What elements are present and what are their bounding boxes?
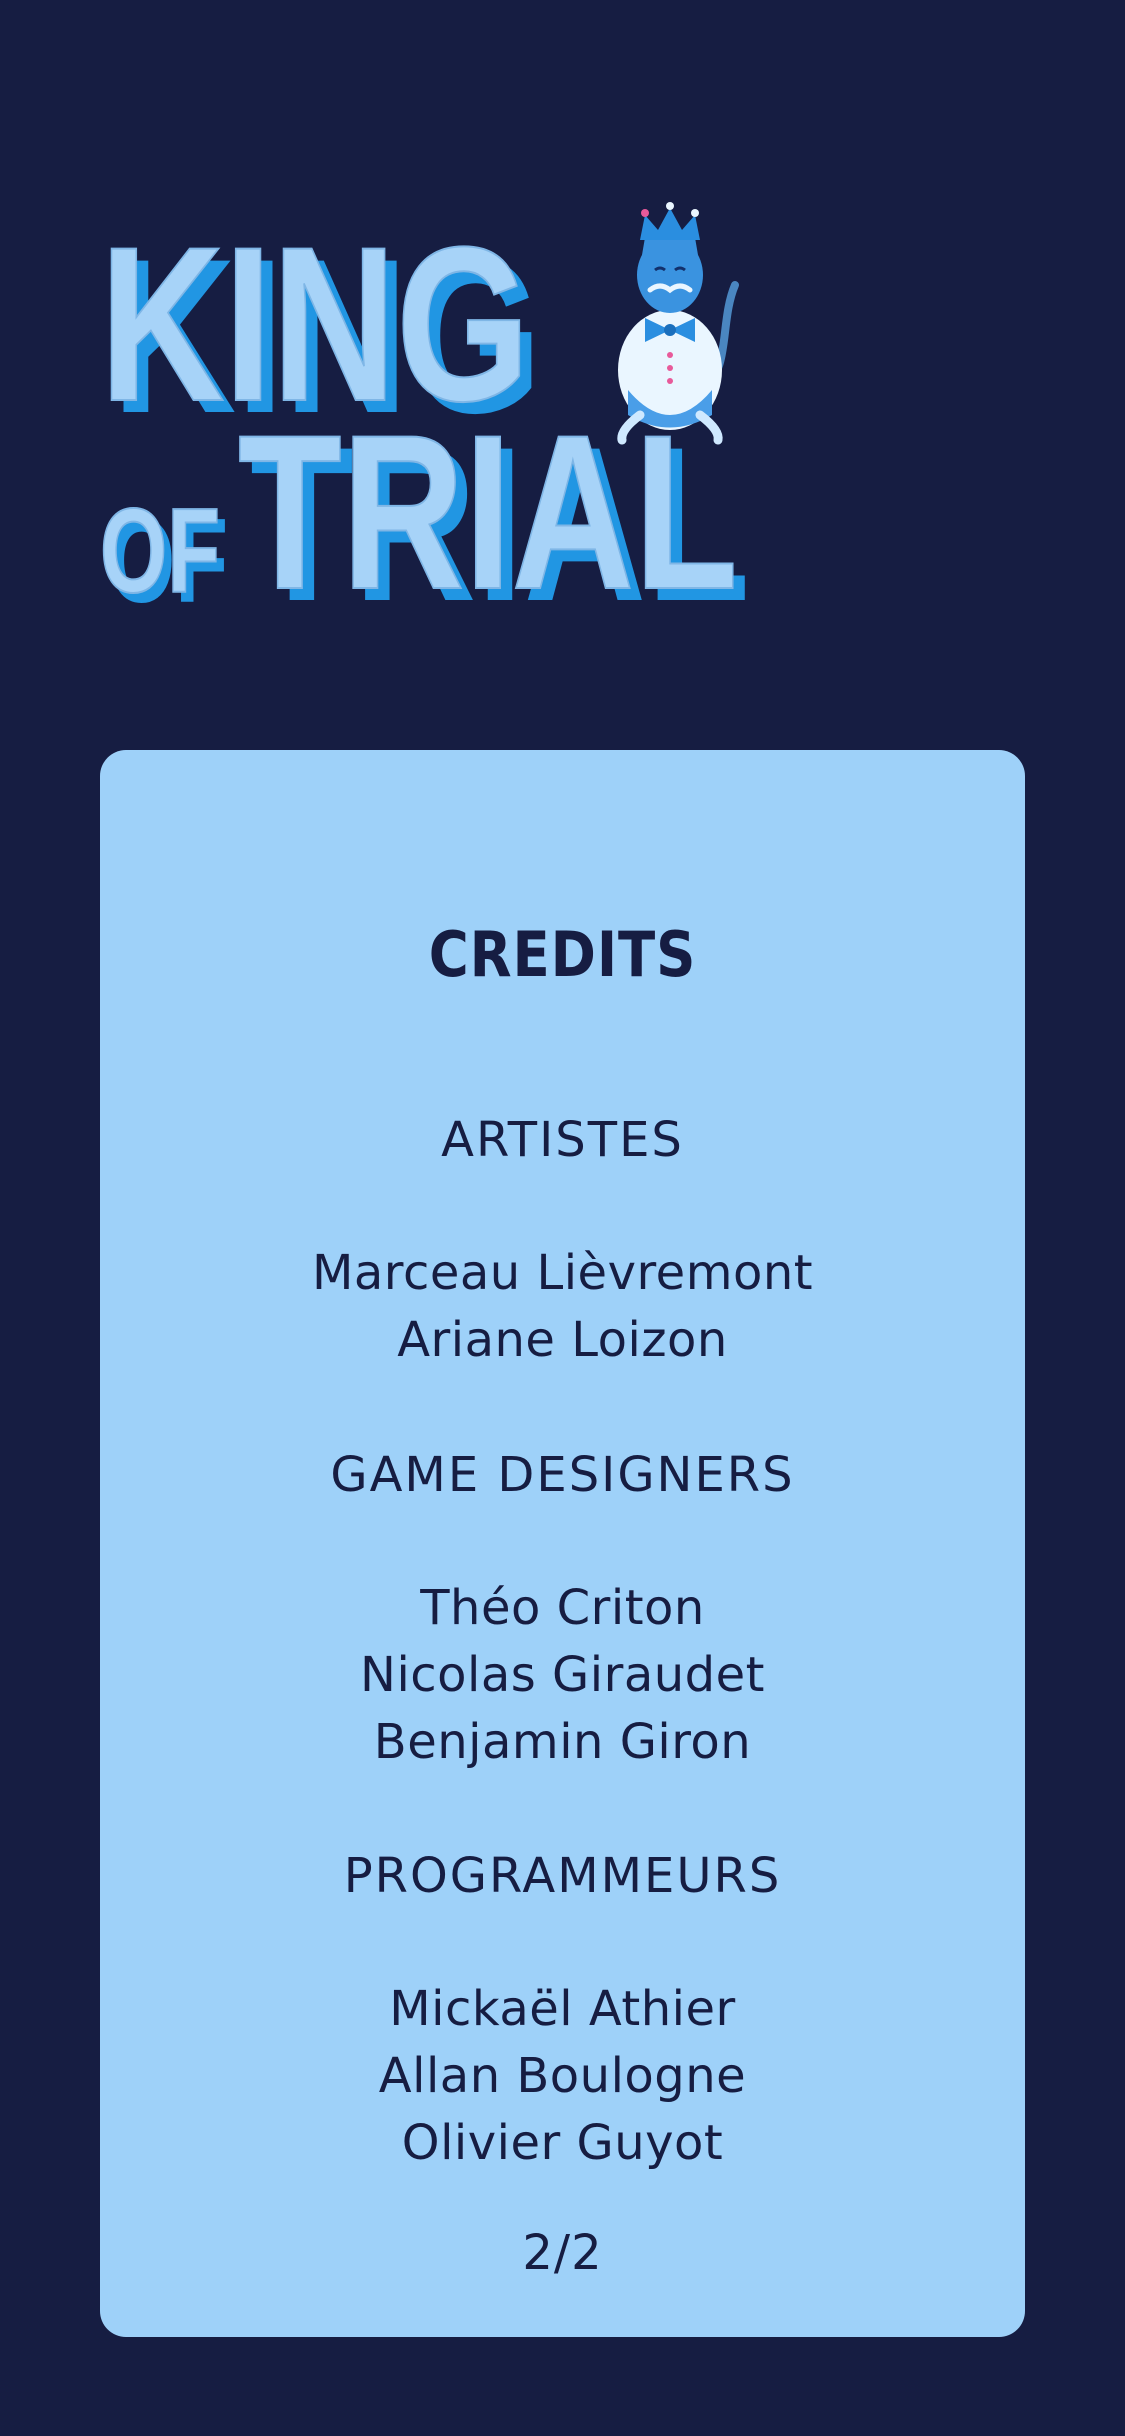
logo-graphic: KING KING OF OF TRIAL TRIAL: [99, 200, 750, 620]
logo-of: OF: [100, 484, 220, 618]
credit-name: Ariane Loizon: [397, 1312, 728, 1368]
credits-card: CREDITS ARTISTES Marceau Lièvremont Aria…: [100, 750, 1025, 2337]
section-heading-game-designers: GAME DESIGNERS: [330, 1447, 795, 1503]
credits-title: CREDITS: [428, 918, 697, 991]
section-heading-programmeurs: PROGRAMMEURS: [343, 1848, 782, 1904]
section-heading-artistes: ARTISTES: [441, 1112, 684, 1168]
credit-name: Benjamin Giron: [373, 1714, 752, 1770]
page-indicator[interactable]: 2/2: [100, 2225, 1025, 2281]
credit-name: Olivier Guyot: [401, 2115, 724, 2171]
credit-name: Nicolas Giraudet: [360, 1647, 765, 1703]
credit-name: Allan Boulogne: [378, 2048, 747, 2104]
credit-name: Marceau Lièvremont: [311, 1245, 814, 1301]
game-logo: KING KING OF OF TRIAL TRIAL: [90, 200, 770, 620]
credit-name: Théo Criton: [420, 1580, 705, 1636]
credit-name: Mickaël Athier: [389, 1981, 736, 2037]
